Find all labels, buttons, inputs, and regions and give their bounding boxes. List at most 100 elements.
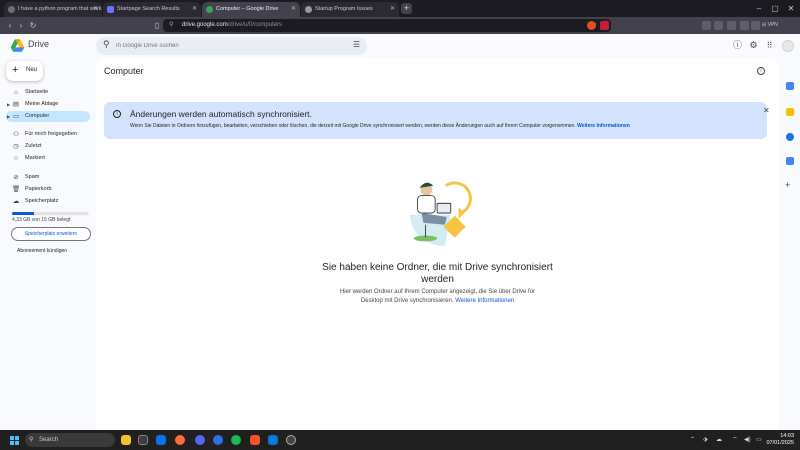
search-options-icon[interactable]: ☰ — [353, 40, 360, 49]
clock-time: 14:03 — [780, 433, 794, 439]
browser-tab[interactable]: Startpage Search Results ✕ — [103, 2, 201, 17]
site-info-icon[interactable]: ⚲ — [169, 19, 173, 32]
storage-usage-text: 4,33 GB von 15 GB belegt — [12, 217, 71, 223]
brave-icon[interactable] — [250, 435, 260, 445]
battery-icon[interactable]: ▭ — [756, 430, 762, 450]
empty-state-illustration — [409, 181, 472, 247]
sidebar-item-label: Markiert — [25, 155, 45, 161]
sidebar-item-computers[interactable]: ▶ ▭ Computer — [6, 111, 90, 122]
tasks-icon[interactable] — [786, 133, 794, 141]
expand-caret-icon[interactable]: ▶ — [7, 111, 10, 122]
volume-icon[interactable]: ◀) — [744, 430, 751, 450]
sidebar-item-my-drive[interactable]: ▶ ▤ Meine Ablage — [6, 99, 90, 110]
sidebar-item-shared[interactable]: ⚇ Für mich freigegeben — [6, 129, 90, 140]
windows-start-icon[interactable] — [10, 436, 19, 445]
taskbar-search[interactable]: ⚲ Search — [25, 433, 115, 447]
empty-state-body-text: Desktop mit Drive synchronisieren. — [360, 298, 454, 304]
url-host: drive.google.com — [182, 22, 228, 28]
calendar-icon[interactable] — [786, 82, 794, 90]
reload-icon[interactable]: ↻ — [28, 17, 38, 34]
new-tab-button[interactable]: + — [401, 3, 412, 14]
search-icon: ⚲ — [29, 437, 34, 443]
help-icon[interactable]: ⓘ — [732, 40, 743, 51]
extension-icon[interactable] — [714, 21, 723, 30]
wifi-icon[interactable]: ⌔ — [732, 430, 738, 450]
new-button[interactable]: + Neu — [6, 61, 43, 81]
add-addon-icon[interactable]: + — [785, 180, 790, 190]
search-icon[interactable]: ⚲ — [103, 39, 110, 50]
home-icon: ⌂ — [14, 89, 18, 96]
spam-icon: ⊘ — [13, 174, 19, 181]
search-box[interactable]: ⚲ ☰ — [96, 37, 367, 55]
close-banner-icon[interactable]: ✕ — [763, 106, 770, 115]
sidebar-item-label: Computer — [25, 113, 50, 119]
info-icon: i — [113, 110, 121, 118]
taskbar: ⚲ Search ⌃ ⬗ ☁ ⌔ ◀) ▭ 14:03 07/01/2025 — [0, 430, 800, 450]
banner-text: Wenn Sie Dateien in Ordnern hinzufügen, … — [130, 123, 576, 129]
empty-state-title: Sie haben keine Ordner, die mit Drive sy… — [96, 262, 779, 286]
sidebar-toggle-icon[interactable]: ▯ — [152, 17, 162, 34]
back-icon[interactable]: ‹ — [5, 17, 15, 34]
sidebar-item-starred[interactable]: ☆ Markiert — [6, 153, 90, 164]
sidebar-item-label: Speicherplatz — [25, 198, 59, 204]
vpn-button[interactable]: ⊟ VPN — [762, 21, 778, 30]
spotify-icon[interactable] — [231, 435, 241, 445]
store-icon[interactable] — [156, 435, 166, 445]
storage-progress-bar — [12, 212, 89, 215]
close-tab-icon[interactable]: ✕ — [390, 2, 395, 17]
details-info-icon[interactable]: i — [757, 67, 765, 75]
extension-icon[interactable] — [740, 21, 749, 30]
extension-icon[interactable] — [751, 21, 760, 30]
minimize-icon[interactable]: – — [752, 0, 766, 17]
extension-icon[interactable] — [702, 21, 711, 30]
browser-tab-active[interactable]: Computer – Google Drive ✕ — [202, 2, 300, 17]
sidebar-item-trash[interactable]: 🗑 Papierkorb — [6, 184, 90, 195]
terminal-icon[interactable] — [138, 435, 148, 445]
file-explorer-icon[interactable] — [121, 435, 131, 445]
app-icon[interactable] — [213, 435, 223, 445]
address-bar[interactable]: ⚲ drive.google.com/drive/u/0/computers ☆… — [163, 19, 611, 32]
tray-overflow-icon[interactable]: ⌃ — [690, 430, 695, 450]
browser-tab[interactable]: Startup Program Issues ✕ — [301, 2, 399, 17]
app-icon[interactable] — [286, 435, 296, 445]
account-avatar[interactable] — [782, 40, 794, 52]
get-more-storage-button[interactable]: Speicherplatz erweitern — [11, 227, 91, 241]
my-drive-icon: ▤ — [12, 101, 20, 108]
empty-state-learn-more-link[interactable]: Weitere Informationen — [455, 298, 514, 304]
sidebar-item-home[interactable]: ⌂ Startseite — [6, 87, 90, 98]
tray-cloud-icon[interactable]: ☁ — [716, 430, 722, 450]
forward-icon[interactable]: › — [16, 17, 26, 34]
banner-learn-more-link[interactable]: Weitere Informationen — [577, 123, 630, 129]
maximize-icon[interactable]: ▢ — [768, 0, 782, 17]
contacts-icon[interactable] — [786, 157, 794, 165]
discord-icon[interactable] — [195, 435, 205, 445]
sidebar-item-storage[interactable]: ☁ Speicherplatz — [6, 196, 90, 207]
search-input[interactable] — [116, 39, 336, 53]
taskbar-clock[interactable]: 14:03 07/01/2025 — [766, 433, 794, 447]
main-content: Computer i i Änderungen werden automatis… — [96, 58, 779, 430]
cancel-subscription-link[interactable]: Abonnement kündigen — [17, 248, 67, 254]
sidebar-item-recent[interactable]: ◷ Zuletzt — [6, 141, 90, 152]
drive-logo-icon[interactable] — [10, 38, 25, 53]
sync-info-banner: i Änderungen werden automatisch synchron… — [104, 102, 770, 139]
close-tab-icon[interactable]: ✕ — [291, 2, 296, 17]
shield-extension-icon[interactable] — [587, 21, 596, 30]
sidebar-item-spam[interactable]: ⊘ Spam — [6, 172, 90, 183]
close-tab-icon[interactable]: ✕ — [93, 2, 98, 17]
sidebar-item-label: Für mich freigegeben — [25, 131, 77, 137]
tab-title: Startpage Search Results — [117, 6, 180, 12]
onedrive-icon[interactable] — [268, 435, 278, 445]
alert-extension-icon[interactable] — [600, 21, 609, 30]
app-name: Drive — [28, 39, 50, 49]
extension-icon[interactable] — [727, 21, 736, 30]
close-tab-icon[interactable]: ✕ — [192, 2, 197, 17]
trash-icon: 🗑 — [12, 186, 21, 193]
apps-grid-icon[interactable]: ⠿ — [764, 40, 775, 51]
close-window-icon[interactable]: ✕ — [784, 0, 798, 17]
keep-icon[interactable] — [786, 108, 794, 116]
browser-tab[interactable]: I have a python program that work ✕ — [4, 2, 102, 17]
firefox-icon[interactable] — [175, 435, 185, 445]
tray-app-icon[interactable]: ⬗ — [703, 430, 708, 450]
expand-caret-icon[interactable]: ▶ — [7, 99, 10, 110]
settings-gear-icon[interactable]: ⚙ — [748, 40, 759, 51]
